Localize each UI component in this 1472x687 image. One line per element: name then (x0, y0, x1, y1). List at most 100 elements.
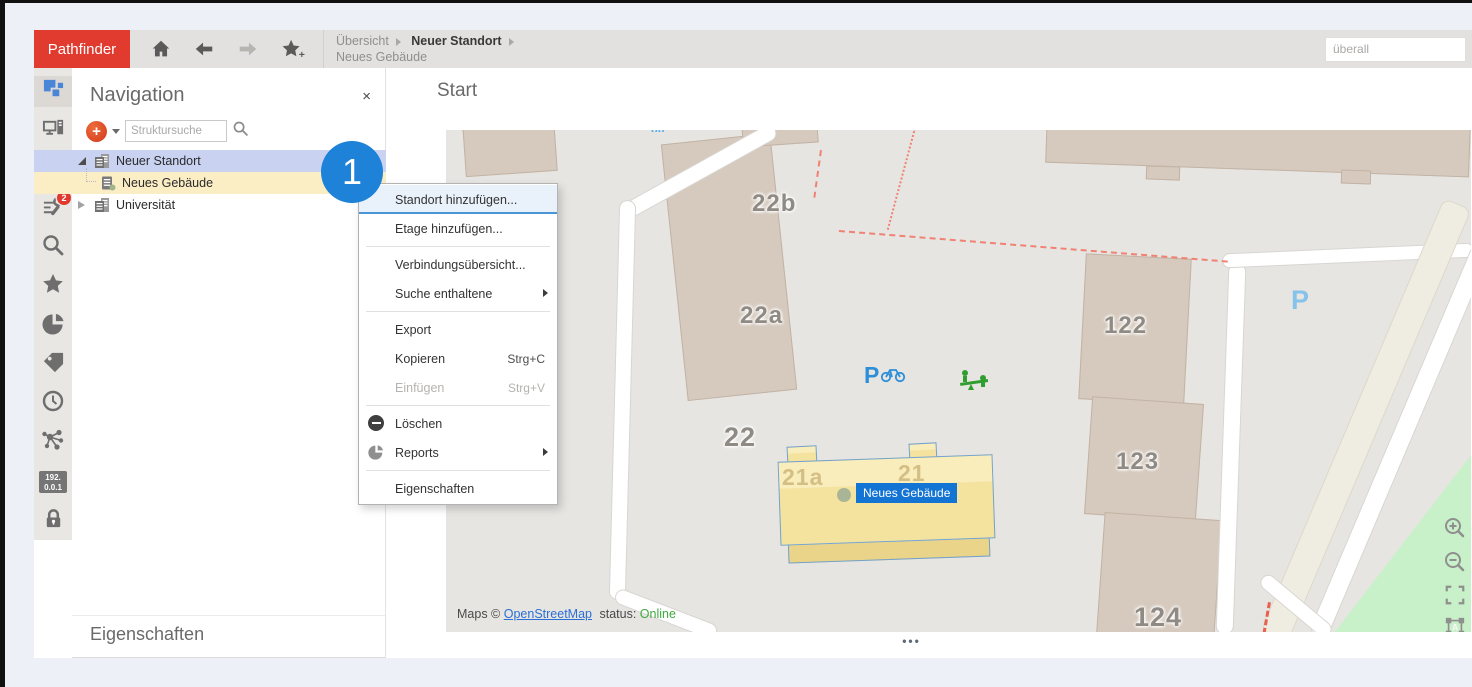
parking-icon: P (1291, 285, 1309, 316)
structure-search-input[interactable] (125, 120, 227, 142)
menu-item-loeschen[interactable]: Löschen (359, 409, 557, 438)
map-boundary-dashed (839, 230, 1228, 263)
map-boundary-dashed (813, 150, 822, 198)
global-search-input[interactable] (1325, 37, 1466, 62)
map-label-123: 123 (1116, 448, 1159, 476)
svg-text:+: + (299, 49, 305, 61)
properties-section-header[interactable]: Eigenschaften (72, 615, 385, 658)
map-attribution: Maps © OpenStreetMap status: Online (457, 607, 676, 621)
home-icon[interactable] (150, 38, 172, 60)
map-building-north (1045, 130, 1471, 177)
map-controls: A (1443, 516, 1467, 632)
delete-icon (368, 415, 384, 431)
menu-item-export[interactable]: Export (359, 315, 557, 344)
network-icon (41, 428, 65, 457)
breadcrumb-uebersicht[interactable]: Übersicht (336, 34, 389, 48)
bike-parking-icon: P (864, 362, 906, 389)
menu-item-verbindungsuebersicht[interactable]: Verbindungsübersicht... (359, 250, 557, 279)
screen-edge-left (0, 0, 5, 687)
tree-item-label: Neuer Standort (116, 154, 201, 168)
fullscreen-icon[interactable] (1444, 584, 1466, 611)
map-boundary-dotted (887, 130, 916, 230)
menu-item-eigenschaften[interactable]: Eigenschaften (359, 474, 557, 503)
add-node-button[interactable]: + (86, 121, 107, 142)
menu-item-standort-hinzufuegen[interactable]: Standort hinzufügen... (359, 185, 557, 214)
toolbar-reports-button[interactable] (34, 310, 72, 341)
toolbar-tags-button[interactable] (34, 349, 72, 380)
site-icon (94, 197, 110, 213)
tree-item-label: Universität (116, 198, 175, 212)
label-toggle-icon[interactable]: A (1444, 616, 1466, 632)
zoom-out-icon[interactable] (1443, 550, 1467, 579)
back-icon[interactable] (192, 38, 216, 60)
toolbar-search-button[interactable] (34, 232, 72, 263)
structure-search-icon[interactable] (232, 120, 249, 142)
annotation-step-badge: 1 (321, 141, 383, 203)
playground-icon (958, 368, 990, 397)
map-label-124: 124 (1134, 602, 1182, 632)
map-building-annex (1146, 165, 1180, 180)
toolbar-history-button[interactable] (34, 388, 72, 419)
top-bar: Pathfinder + Übersicht Neuer Standort Ne… (34, 30, 1472, 68)
building-icon (100, 175, 116, 191)
zoom-in-icon[interactable] (1443, 516, 1467, 545)
menu-item-kopieren[interactable]: KopierenStrg+C (359, 344, 557, 373)
menu-separator (366, 405, 550, 406)
breadcrumb-neues-gebaeude[interactable]: Neues Gebäude (336, 50, 427, 64)
submenu-arrow-icon (543, 289, 548, 297)
history-nav-group: + (130, 38, 323, 61)
map-label-22a: 22a (740, 302, 783, 330)
star-icon (41, 272, 65, 301)
map-partial-label: ob (651, 130, 677, 132)
site-icon (94, 153, 110, 169)
submenu-arrow-icon (543, 448, 548, 456)
close-icon[interactable]: × (362, 88, 371, 105)
add-node-dropdown-icon[interactable] (112, 129, 120, 134)
status-online: Online (640, 607, 676, 621)
breadcrumb-neuer-standort[interactable]: Neuer Standort (411, 34, 501, 48)
toolbar-topology-button[interactable] (34, 427, 72, 458)
toolbar-security-button[interactable] (34, 505, 72, 536)
screen-edge-top (0, 0, 1472, 3)
map-label-22: 22 (724, 422, 756, 453)
navigation-panel-title: Navigation (90, 84, 185, 107)
map-label-22b: 22b (752, 190, 796, 218)
openstreetmap-link[interactable]: OpenStreetMap (504, 607, 592, 621)
toolbar-ip-button[interactable]: 192.0.0.1 (34, 466, 72, 497)
breadcrumb: Übersicht Neuer Standort Neues Gebäude (324, 33, 521, 65)
structure-icon (42, 78, 65, 106)
app-menu-button[interactable]: Pathfinder (34, 30, 130, 68)
map-building (462, 130, 557, 177)
menu-item-etage-hinzufuegen[interactable]: Etage hinzufügen... (359, 214, 557, 243)
menu-item-einfuegen: EinfügenStrg+V (359, 373, 557, 402)
breadcrumb-caret-icon (396, 38, 401, 46)
toolbar-structure-button[interactable] (34, 76, 72, 107)
reports-pie-icon (368, 444, 384, 463)
map-view[interactable]: 22b 22a 22 122 123 124 21a 21 Neues Gebä… (446, 130, 1471, 632)
map-label-122: 122 (1104, 312, 1147, 340)
map-label-21a: 21a (782, 464, 823, 491)
toolbar-workstation-button[interactable] (34, 115, 72, 146)
shortcut-label: Strg+V (508, 381, 545, 395)
page-title: Start (437, 80, 477, 102)
ip-address-icon: 192.0.0.1 (39, 471, 67, 493)
expander-open-icon[interactable] (78, 157, 86, 165)
panel-splitter-handle[interactable]: ••• (386, 634, 1437, 648)
menu-item-reports[interactable]: Reports (359, 438, 557, 467)
expander-closed-icon[interactable] (78, 201, 85, 209)
building-marker[interactable] (837, 488, 851, 502)
context-menu: Standort hinzufügen... Etage hinzufügen.… (358, 183, 558, 505)
building-tooltip: Neues Gebäude (856, 483, 957, 503)
tree-connector (86, 168, 96, 182)
menu-item-suche-enthaltene[interactable]: Suche enthaltene (359, 279, 557, 308)
svg-text:A: A (1452, 623, 1459, 632)
clock-icon (41, 389, 65, 418)
lock-icon (42, 507, 65, 535)
forward-icon (236, 38, 260, 60)
menu-separator (366, 246, 550, 247)
workstation-icon (42, 117, 65, 145)
add-favorite-icon[interactable]: + (280, 38, 307, 61)
toolbar-favorites-button[interactable] (34, 271, 72, 302)
search-icon (41, 233, 65, 262)
map-road (609, 200, 636, 600)
